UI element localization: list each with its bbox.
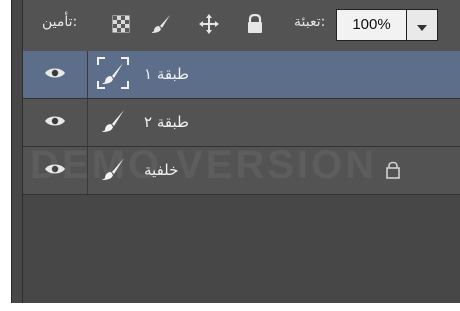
lock-all-icon[interactable] [244,13,266,35]
move-lock-icon[interactable] [198,13,220,35]
chevron-down-icon [417,16,427,35]
layer-row[interactable]: طبقة ٢ [22,99,460,147]
empty-layers-area [22,198,460,303]
fill-opacity-input[interactable]: 100% [336,9,407,41]
brush-icon [96,56,130,94]
fill-dropdown-button[interactable] [407,9,438,41]
visibility-toggle[interactable] [22,51,88,98]
brush-lock-icon[interactable] [150,13,172,35]
eye-icon [44,65,66,84]
bottom-margin [11,303,460,311]
layer-row[interactable]: طبقة ١ [22,51,460,99]
lock-icon [382,159,404,181]
layer-name: طبقة ١ [144,65,189,83]
layer-thumbnail[interactable] [96,56,130,94]
panel-divider [22,0,23,303]
visibility-toggle[interactable] [22,99,88,146]
layer-thumbnail[interactable] [96,106,130,140]
demo-watermark: DEMO VERSION [30,143,378,187]
layer-name: طبقة ٢ [144,113,189,131]
transparency-lock-icon[interactable] [110,13,132,35]
eye-icon [44,113,66,132]
brush-icon [100,108,126,138]
fill-label: :تعبئة [294,14,326,30]
lock-label: :تأمين [42,14,78,30]
